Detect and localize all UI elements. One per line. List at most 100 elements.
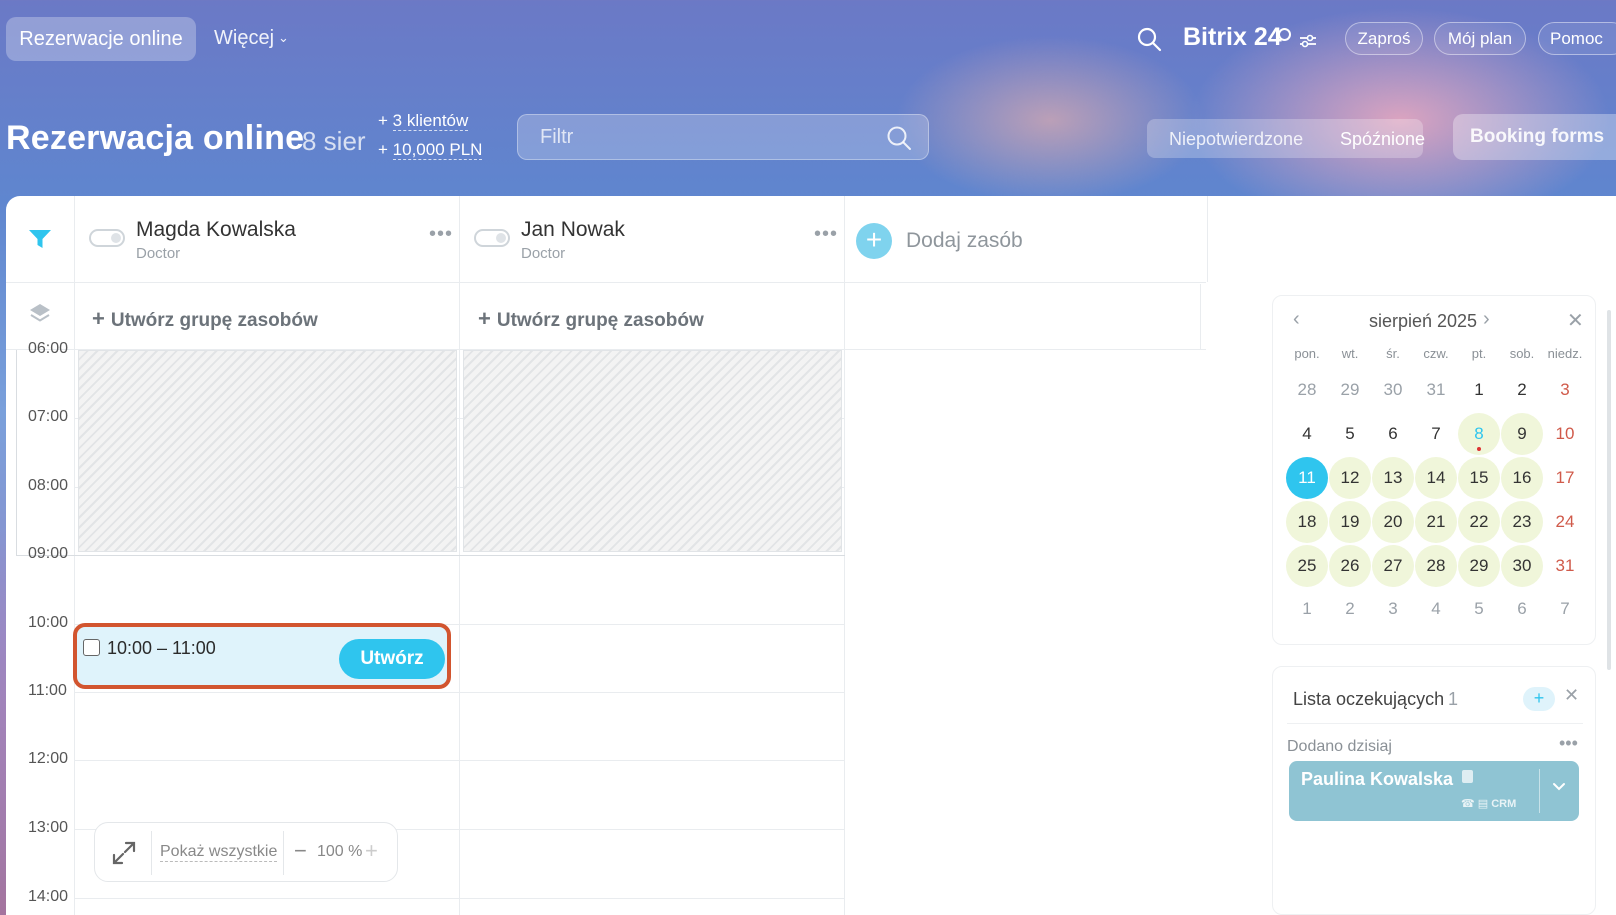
calendar-day[interactable]: 12: [1329, 457, 1371, 499]
calendar-day[interactable]: 31: [1544, 545, 1586, 587]
calendar-day[interactable]: 28: [1286, 369, 1328, 411]
calendar-day[interactable]: 7: [1415, 413, 1457, 455]
calendar-day[interactable]: 21: [1415, 501, 1457, 543]
zoom-in-button[interactable]: +: [365, 838, 378, 864]
scrollbar[interactable]: [1607, 310, 1611, 670]
calendar-day[interactable]: 17: [1544, 457, 1586, 499]
calendar-day[interactable]: 5: [1329, 413, 1371, 455]
resource-column-header[interactable]: Magda Kowalska Doctor •••: [75, 196, 459, 282]
resource-toggle[interactable]: [474, 229, 510, 247]
create-group-button[interactable]: + Utwórz grupę zasobów: [478, 306, 704, 332]
stat-plus: +: [378, 111, 388, 130]
phone-icon[interactable]: ☎: [1461, 798, 1475, 810]
calendar-day-selected[interactable]: 11: [1286, 457, 1328, 499]
tab-late[interactable]: Spóźnione: [1340, 129, 1425, 150]
top-bar: Rezerwacje online Więcej ⌄ Bitrix 24 Zapr…: [0, 0, 1616, 80]
calendar-day[interactable]: 25: [1286, 545, 1328, 587]
calendar-day[interactable]: 2: [1329, 588, 1371, 630]
calendar-day[interactable]: 16: [1501, 457, 1543, 499]
booking-forms-button[interactable]: Booking forms: [1453, 114, 1616, 160]
booking-slot[interactable]: 10:00 – 11:00 Utwórz: [73, 623, 451, 689]
add-resource-button[interactable]: Dodaj zasób: [906, 229, 1023, 253]
help-button[interactable]: Pomoc: [1538, 22, 1616, 55]
calendar-day[interactable]: 4: [1415, 588, 1457, 630]
search-icon[interactable]: [1136, 26, 1162, 52]
filter-input[interactable]: [518, 115, 878, 159]
chevron-left-icon[interactable]: ‹: [1293, 308, 1300, 331]
calendar-day[interactable]: 2: [1501, 369, 1543, 411]
weekday-label: sob.: [1509, 346, 1535, 361]
calendar-day[interactable]: 1: [1458, 369, 1500, 411]
calendar-day[interactable]: 23: [1501, 501, 1543, 543]
chevron-down-icon[interactable]: [1551, 779, 1567, 795]
more-menu[interactable]: Więcej ⌄: [214, 27, 289, 50]
waiting-list-title: Lista oczekujących: [1293, 689, 1445, 709]
divider: [1207, 196, 1208, 282]
tab-unconfirmed[interactable]: Niepotwierdzone: [1169, 129, 1303, 150]
stat-clients[interactable]: + 3 klientów: [378, 111, 469, 131]
calendar-day[interactable]: 30: [1372, 369, 1414, 411]
create-booking-button[interactable]: Utwórz: [339, 639, 445, 679]
expand-icon[interactable]: [111, 840, 137, 866]
calendar-day[interactable]: 3: [1372, 588, 1414, 630]
calendar-day[interactable]: 4: [1286, 413, 1328, 455]
create-group-button[interactable]: + Utwórz grupę zasobów: [92, 306, 318, 332]
resource-column-header[interactable]: Jan Nowak Doctor •••: [460, 196, 844, 282]
waiting-list: Lista oczekujących 1 + ✕ Dodano dzisiaj …: [1272, 666, 1596, 915]
create-group-label: Utwórz grupę zasobów: [110, 310, 318, 331]
show-all-link[interactable]: Pokaż wszystkie: [160, 843, 278, 862]
settings-sliders-icon[interactable]: [1299, 34, 1317, 48]
more-dots-icon[interactable]: •••: [429, 223, 453, 246]
divider: [6, 282, 1206, 283]
tab-rezerwacje-online[interactable]: Rezerwacje online: [6, 17, 196, 61]
add-waiting-button[interactable]: +: [1523, 687, 1555, 711]
hour-line: [75, 898, 845, 899]
collapse-icon[interactable]: ✕: [1567, 308, 1584, 333]
calendar-day[interactable]: 18: [1286, 501, 1328, 543]
calendar-day[interactable]: 30: [1501, 545, 1543, 587]
layers-icon[interactable]: [28, 302, 52, 324]
clock-icon: [1278, 28, 1291, 41]
calendar-day[interactable]: 3: [1544, 369, 1586, 411]
calendar-day[interactable]: 7: [1544, 588, 1586, 630]
waiting-client-card[interactable]: Paulina Kowalska ☎ ▤ CRM: [1289, 761, 1579, 821]
stat-amount[interactable]: + 10,000 PLN: [378, 140, 483, 160]
invite-button[interactable]: Zaproś: [1345, 22, 1423, 55]
calendar-day-today[interactable]: 8: [1458, 413, 1500, 455]
calendar-day[interactable]: 27: [1372, 545, 1414, 587]
my-plan-button[interactable]: Mój plan: [1434, 22, 1526, 55]
calendar-day[interactable]: 29: [1329, 369, 1371, 411]
chevron-right-icon[interactable]: ›: [1483, 308, 1490, 331]
time-label: 06:00: [28, 340, 69, 357]
collapse-icon[interactable]: ✕: [1564, 685, 1579, 706]
crm-tag[interactable]: CRM: [1491, 798, 1516, 810]
add-resource-icon[interactable]: +: [856, 223, 892, 259]
calendar-day[interactable]: 29: [1458, 545, 1500, 587]
calendar-day[interactable]: 9: [1501, 413, 1543, 455]
calendar-day[interactable]: 19: [1329, 501, 1371, 543]
booking-checkbox[interactable]: [83, 639, 100, 656]
calendar-day[interactable]: 24: [1544, 501, 1586, 543]
off-hours-block: [463, 350, 842, 552]
calendar-day[interactable]: 20: [1372, 501, 1414, 543]
more-dots-icon[interactable]: •••: [1559, 733, 1578, 754]
resource-toggle[interactable]: [89, 229, 125, 247]
search-icon[interactable]: [886, 125, 912, 151]
calendar-day[interactable]: 22: [1458, 501, 1500, 543]
calendar-day[interactable]: 13: [1372, 457, 1414, 499]
calendar-day[interactable]: 6: [1501, 588, 1543, 630]
calendar-day[interactable]: 6: [1372, 413, 1414, 455]
calendar-day[interactable]: 14: [1415, 457, 1457, 499]
calendar-day[interactable]: 28: [1415, 545, 1457, 587]
calendar-day[interactable]: 1: [1286, 588, 1328, 630]
more-dots-icon[interactable]: •••: [814, 223, 838, 246]
calendar-day[interactable]: 26: [1329, 545, 1371, 587]
calendar-day[interactable]: 31: [1415, 369, 1457, 411]
calendar-day[interactable]: 10: [1544, 413, 1586, 455]
calendar-day[interactable]: 15: [1458, 457, 1500, 499]
bitrix-logo[interactable]: Bitrix 24: [1183, 23, 1282, 52]
calendar-day[interactable]: 5: [1458, 588, 1500, 630]
zoom-out-button[interactable]: −: [294, 838, 307, 864]
chat-icon[interactable]: ▤: [1478, 798, 1488, 810]
filter-funnel-icon[interactable]: [28, 228, 52, 250]
